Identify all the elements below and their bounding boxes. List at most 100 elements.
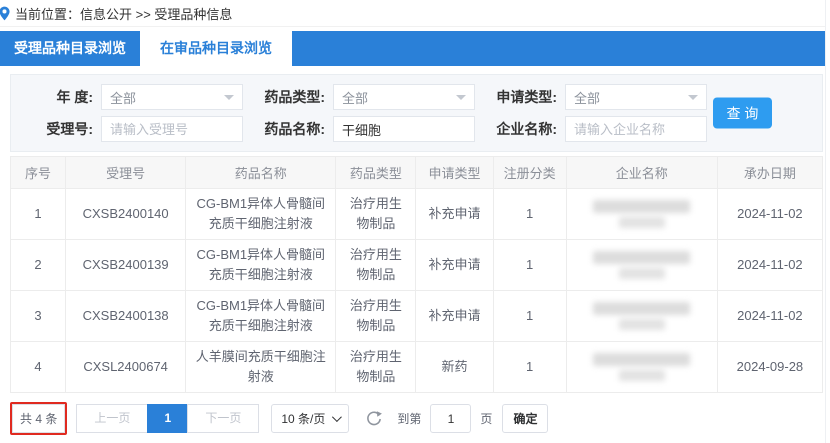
filter-row-2: 受理号: 药品名称: 企业名称: [11, 116, 822, 142]
cell-date: 2024-11-02 [716, 290, 824, 342]
drug-type-select-value: 全部 [342, 90, 369, 106]
pagination-bar: 共 4 条 上一页 1 下一页 10 条/页 到第 页 确定 [10, 402, 825, 435]
cell-apply-type: 补充申请 [415, 290, 494, 342]
refresh-icon[interactable] [365, 410, 383, 428]
page-size-select[interactable]: 10 条/页 [271, 404, 350, 433]
goto-page-label: 到第 [397, 412, 422, 426]
next-page-button[interactable]: 下一页 [187, 404, 260, 433]
tab-accepted-catalog[interactable]: 受理品种目录浏览 [0, 31, 140, 66]
drug-type-field-group: 药品类型: 全部 [243, 84, 475, 110]
apply-type-select[interactable]: 全部 [565, 84, 707, 110]
cell-reg-class: 1 [492, 341, 567, 393]
cell-reg-class: 1 [492, 239, 567, 291]
apply-type-label: 申请类型: [496, 89, 557, 105]
company-name-redacted [575, 251, 709, 279]
drug-name-field-group: 药品名称: [243, 116, 475, 142]
col-header-reg-class: 注册分类 [492, 156, 567, 189]
page-1-button[interactable]: 1 [147, 404, 189, 433]
year-select[interactable]: 全部 [101, 84, 243, 110]
cell-drug-type: 治疗用生物制品 [335, 341, 417, 393]
cell-apply-type: 补充申请 [415, 239, 494, 291]
table-row: 4 CXSL2400674 人羊膜间充质干细胞注射液 治疗用生物制品 新药 1 … [9, 341, 824, 393]
table-row: 2 CXSB2400139 CG-BM1异体人骨髓间充质干细胞注射液 治疗用生物… [9, 239, 824, 291]
tab-under-review-catalog[interactable]: 在审品种目录浏览 [140, 31, 292, 66]
confirm-button[interactable]: 确定 [502, 404, 549, 433]
cell-company [565, 188, 718, 240]
cell-seq: 4 [9, 341, 67, 393]
table-header-row: 序号 受理号 药品名称 药品类型 申请类型 注册分类 企业名称 承办日期 [9, 156, 824, 189]
tab-bar: 受理品种目录浏览 在审品种目录浏览 [0, 31, 825, 66]
year-label: 年 度: [56, 89, 93, 105]
company-name-redacted [575, 302, 709, 330]
chevron-down-icon [456, 94, 466, 100]
results-table: 序号 受理号 药品名称 药品类型 申请类型 注册分类 企业名称 承办日期 1 C… [9, 156, 824, 393]
breadcrumb-label: 当前位置：信息公开 >> 受理品种信息 [15, 6, 233, 22]
cell-acceptance-no: CXSB2400139 [65, 239, 187, 291]
cell-company [565, 341, 718, 393]
company-input[interactable] [565, 116, 707, 142]
acceptance-no-field-group: 受理号: [11, 116, 243, 142]
cell-drug-name: 人羊膜间充质干细胞注射液 [185, 341, 337, 393]
table-row: 3 CXSB2400138 CG-BM1异体人骨髓间充质干细胞注射液 治疗用生物… [9, 290, 824, 342]
page-size-value: 10 条/页 [281, 412, 326, 426]
table-row: 1 CXSB2400140 CG-BM1异体人骨髓间充质干细胞注射液 治疗用生物… [9, 188, 824, 240]
query-button[interactable]: 查 询 [713, 97, 772, 129]
filter-row-1: 年 度: 全部 药品类型: 全部 申请类型: 全部 [11, 84, 822, 110]
drug-type-label: 药品类型: [264, 89, 325, 105]
drug-name-label: 药品名称: [264, 121, 325, 137]
col-header-date: 承办日期 [716, 156, 824, 189]
cell-apply-type: 补充申请 [415, 188, 494, 240]
cell-drug-type: 治疗用生物制品 [335, 290, 417, 342]
col-header-seq: 序号 [9, 156, 67, 189]
page-unit-label: 页 [480, 412, 493, 426]
cell-acceptance-no: CXSB2400138 [65, 290, 187, 342]
col-header-drug-name: 药品名称 [185, 156, 337, 189]
year-select-value: 全部 [110, 90, 137, 106]
red-annotation-box: 共 4 条 [10, 402, 68, 435]
cell-date: 2024-09-28 [716, 341, 824, 393]
drug-type-select[interactable]: 全部 [333, 84, 475, 110]
page-container: 当前位置：信息公开 >> 受理品种信息 受理品种目录浏览 在审品种目录浏览 年 … [0, 0, 826, 443]
cell-company [565, 290, 718, 342]
cell-acceptance-no: CXSB2400140 [65, 188, 187, 240]
col-header-acceptance-no: 受理号 [65, 156, 187, 189]
cell-date: 2024-11-02 [716, 188, 824, 240]
cell-date: 2024-11-02 [716, 239, 824, 291]
prev-page-button[interactable]: 上一页 [76, 404, 149, 433]
cell-seq: 2 [9, 239, 67, 291]
page-button-group: 上一页 1 下一页 [76, 404, 260, 433]
cell-seq: 1 [9, 188, 67, 240]
total-count: 共 4 条 [12, 404, 66, 433]
cell-drug-name: CG-BM1异体人骨髓间充质干细胞注射液 [185, 239, 337, 291]
cell-apply-type: 新药 [415, 341, 494, 393]
cell-seq: 3 [9, 290, 67, 342]
cell-drug-name: CG-BM1异体人骨髓间充质干细胞注射液 [185, 188, 337, 240]
cell-company [565, 239, 718, 291]
chevron-down-icon [332, 412, 343, 423]
chevron-down-icon [224, 94, 234, 100]
acceptance-no-label: 受理号: [46, 121, 93, 137]
acceptance-no-input[interactable] [101, 116, 243, 142]
location-pin-icon [0, 6, 10, 20]
col-header-company: 企业名称 [565, 156, 718, 189]
chevron-down-icon [688, 94, 698, 100]
company-field-group: 企业名称: [475, 116, 707, 142]
cell-drug-type: 治疗用生物制品 [335, 188, 417, 240]
apply-type-select-value: 全部 [574, 90, 601, 106]
year-field-group: 年 度: 全部 [11, 84, 243, 110]
drug-name-input[interactable] [333, 116, 475, 142]
cell-reg-class: 1 [492, 290, 567, 342]
col-header-apply-type: 申请类型 [415, 156, 494, 189]
breadcrumb: 当前位置：信息公开 >> 受理品种信息 [0, 0, 825, 27]
cell-drug-type: 治疗用生物制品 [335, 239, 417, 291]
goto-page-input[interactable] [430, 404, 472, 433]
cell-reg-class: 1 [492, 188, 567, 240]
cell-acceptance-no: CXSL2400674 [65, 341, 187, 393]
company-name-redacted [575, 353, 709, 381]
results-table-wrap: 序号 受理号 药品名称 药品类型 申请类型 注册分类 企业名称 承办日期 1 C… [9, 156, 824, 393]
col-header-drug-type: 药品类型 [335, 156, 417, 189]
cell-drug-name: CG-BM1异体人骨髓间充质干细胞注射液 [185, 290, 337, 342]
company-label: 企业名称: [496, 121, 557, 137]
apply-type-field-group: 申请类型: 全部 [475, 84, 707, 110]
company-name-redacted [575, 200, 709, 228]
